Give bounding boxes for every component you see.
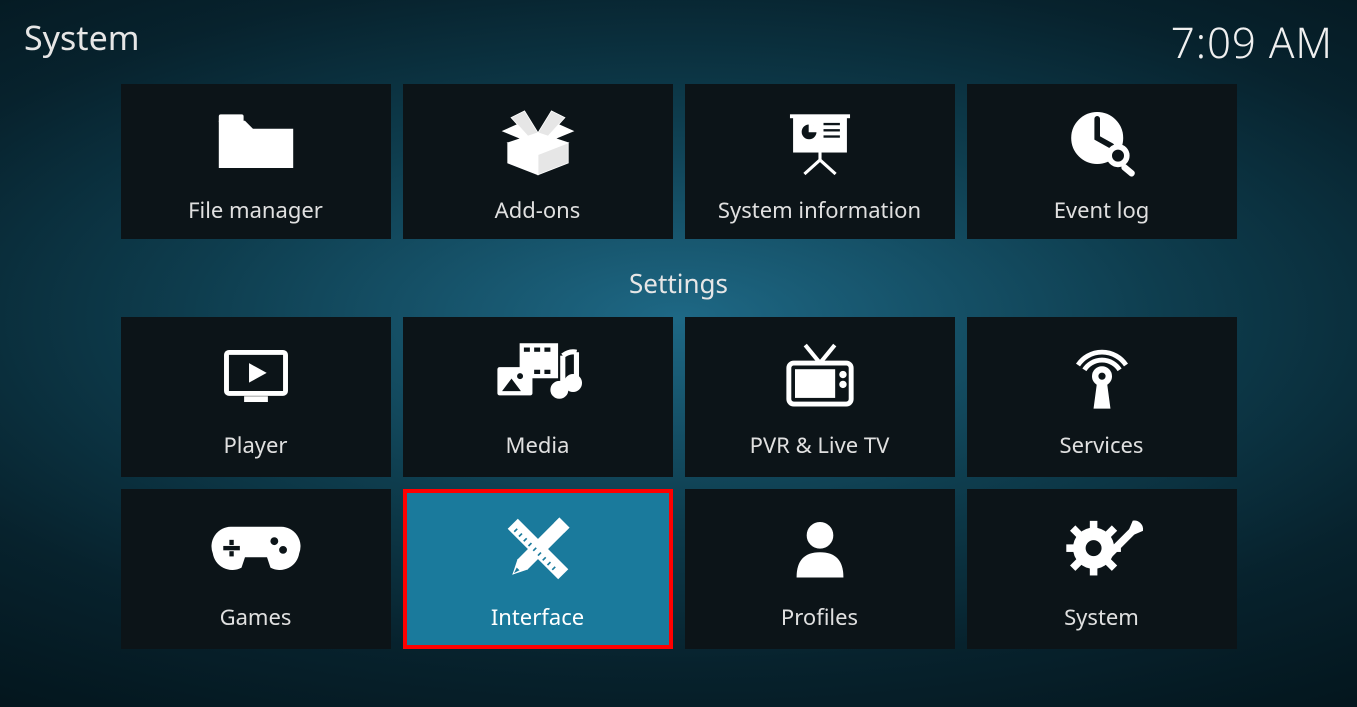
gamepad-icon	[206, 506, 306, 592]
tv-icon	[770, 334, 870, 420]
media-mix-icon	[488, 334, 588, 420]
section-label: Settings	[0, 265, 1357, 301]
page-title: System	[24, 14, 140, 60]
gear-wrench-icon	[1052, 506, 1152, 592]
tile-services[interactable]: Services	[967, 317, 1237, 477]
tile-media[interactable]: Media	[403, 317, 673, 477]
tile-file-manager[interactable]: File manager	[121, 84, 391, 239]
tile-label: File manager	[188, 195, 323, 225]
tile-event-log[interactable]: Event log	[967, 84, 1237, 239]
tile-label: Profiles	[781, 602, 858, 632]
pencil-ruler-icon	[488, 506, 588, 592]
clock-search-icon	[1052, 99, 1152, 185]
tile-profiles[interactable]: Profiles	[685, 489, 955, 649]
tile-label: Games	[220, 602, 292, 632]
settings-row-2: Games	[0, 489, 1357, 649]
presentation-icon	[770, 99, 870, 185]
tile-system[interactable]: System	[967, 489, 1237, 649]
tile-label: Media	[506, 430, 570, 460]
tile-label: Add-ons	[495, 195, 581, 225]
tile-interface[interactable]: Interface	[403, 489, 673, 649]
box-icon	[488, 99, 588, 185]
tile-system-information[interactable]: System information	[685, 84, 955, 239]
tile-pvr-live-tv[interactable]: PVR & Live TV	[685, 317, 955, 477]
content: File manager Add-ons	[0, 74, 1357, 649]
tile-label: Player	[223, 430, 287, 460]
clock: 7:09 AM	[1171, 14, 1333, 71]
play-monitor-icon	[206, 334, 306, 420]
folder-icon	[206, 99, 306, 185]
settings-row-1: Player	[0, 317, 1357, 477]
tile-games[interactable]: Games	[121, 489, 391, 649]
tile-player[interactable]: Player	[121, 317, 391, 477]
tile-label: Event log	[1054, 195, 1150, 225]
tile-label: PVR & Live TV	[750, 430, 890, 460]
person-icon	[770, 506, 870, 592]
header: System 7:09 AM	[0, 0, 1357, 74]
tile-label: System	[1064, 602, 1139, 632]
tile-label: Interface	[491, 602, 584, 632]
tile-label: Services	[1060, 430, 1144, 460]
tile-label: System information	[718, 195, 921, 225]
antenna-icon	[1052, 334, 1152, 420]
top-row: File manager Add-ons	[0, 84, 1357, 239]
tile-addons[interactable]: Add-ons	[403, 84, 673, 239]
